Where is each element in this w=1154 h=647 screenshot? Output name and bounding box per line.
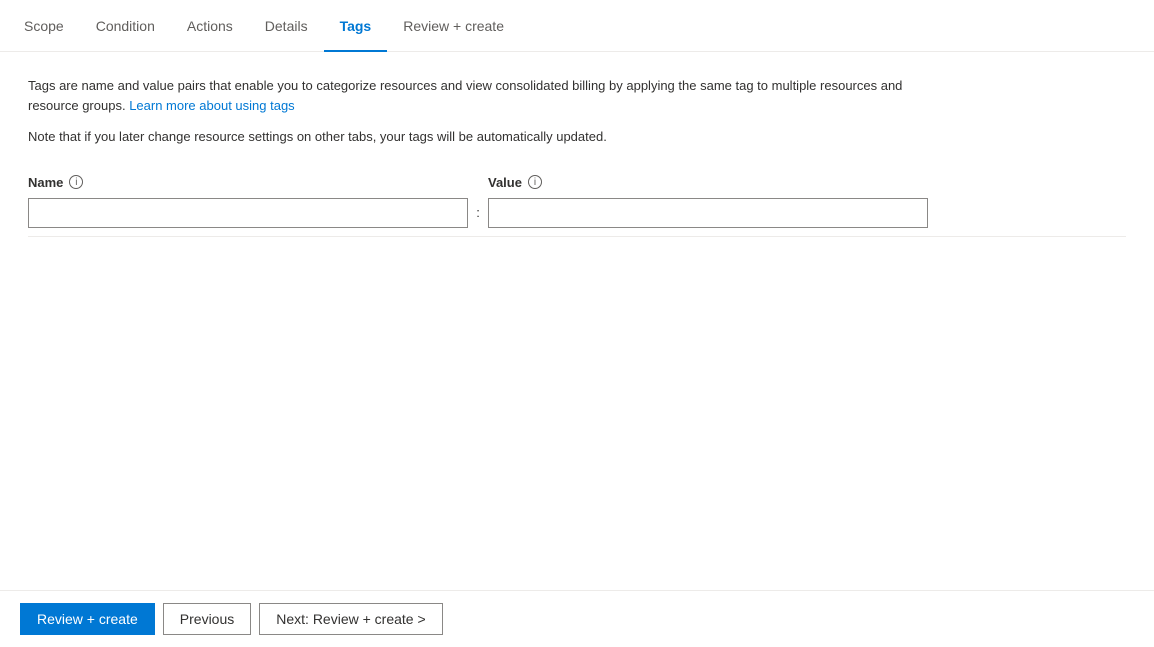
tab-tags[interactable]: Tags [324, 1, 388, 52]
page-body: Tags are name and value pairs that enabl… [0, 52, 1154, 590]
main-content: Scope Condition Actions Details Tags Rev… [0, 0, 1154, 647]
tag-input-row: : [28, 198, 1126, 237]
next-button[interactable]: Next: Review + create > [259, 603, 442, 635]
value-info-icon[interactable]: i [528, 175, 542, 189]
form-headers: Name i Value i [28, 175, 1126, 190]
review-create-button[interactable]: Review + create [20, 603, 155, 635]
tag-value-input[interactable] [488, 198, 928, 228]
value-field-header: Value i [488, 175, 928, 190]
field-separator: : [468, 205, 488, 220]
tab-scope[interactable]: Scope [20, 1, 80, 52]
tabs-navigation: Scope Condition Actions Details Tags Rev… [0, 0, 1154, 52]
name-info-icon[interactable]: i [69, 175, 83, 189]
tab-actions[interactable]: Actions [171, 1, 249, 52]
tab-condition[interactable]: Condition [80, 1, 171, 52]
tab-review-create[interactable]: Review + create [387, 1, 520, 52]
previous-button[interactable]: Previous [163, 603, 251, 635]
name-field-header: Name i [28, 175, 488, 190]
tab-details[interactable]: Details [249, 1, 324, 52]
tags-form: Name i Value i : [28, 175, 1126, 237]
note-text: Note that if you later change resource s… [28, 127, 1126, 147]
tag-name-input[interactable] [28, 198, 468, 228]
page-footer: Review + create Previous Next: Review + … [0, 590, 1154, 647]
description-text: Tags are name and value pairs that enabl… [28, 76, 928, 115]
learn-more-link[interactable]: Learn more about using tags [129, 98, 295, 113]
